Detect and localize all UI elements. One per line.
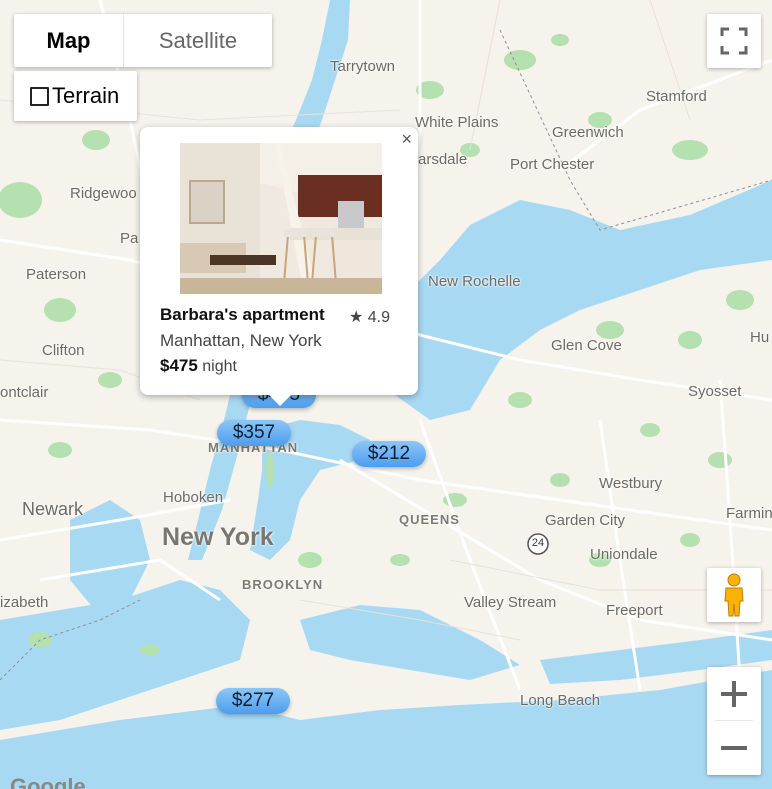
place-label-white-plains: White Plains (415, 114, 499, 131)
listing-rating: ★ 4.9 (349, 307, 390, 327)
place-label-montclair: ontclair (0, 384, 49, 401)
terrain-label: Terrain (52, 83, 120, 108)
star-icon: ★ (348, 309, 364, 326)
google-logo[interactable]: Google (10, 774, 86, 789)
price-unit: night (202, 358, 237, 375)
pegman-icon (724, 573, 744, 617)
price-value: $475 (160, 356, 198, 375)
place-label-elizabeth: izabeth (0, 594, 49, 611)
place-label-queens: QUEENS (399, 512, 460, 527)
place-label-ridgewood: Ridgewoo (70, 185, 137, 202)
place-label-huntington: Hu (750, 329, 770, 346)
map-type-map-button[interactable]: Map (14, 14, 123, 67)
place-label-syosset: Syosset (688, 383, 742, 400)
fullscreen-icon (720, 27, 748, 55)
place-label-port-chester: Port Chester (510, 156, 595, 173)
place-label-greenwich: Greenwich (552, 124, 624, 141)
place-label-freeport: Freeport (606, 602, 663, 619)
highway-24-label: 24 (531, 537, 545, 549)
place-label-stamford: Stamford (646, 88, 707, 105)
place-label-newark: Newark (22, 499, 84, 519)
listing-price: $475 night (160, 356, 237, 376)
place-label-farmingdale: Farmin (726, 505, 772, 522)
place-label-hoboken: Hoboken (163, 489, 224, 506)
place-label-tarrytown: Tarrytown (330, 58, 396, 75)
terrain-checkbox[interactable] (30, 86, 49, 106)
place-label-uniondale: Uniondale (590, 546, 658, 563)
place-label-new-rochelle: New Rochelle (428, 273, 521, 290)
place-label-clifton: Clifton (42, 342, 85, 359)
info-window-tail (268, 394, 292, 406)
price-marker[interactable]: $212 (352, 441, 426, 467)
listing-title: Barbara's apartment (160, 305, 325, 324)
map-type-satellite-button[interactable]: Satellite (124, 14, 272, 67)
place-label-westbury: Westbury (599, 475, 663, 492)
zoom-control (707, 667, 761, 775)
listing-info-window: × Barbara's apartment ★ 4.9 Manhattan, N… (140, 127, 418, 406)
terrain-toggle[interactable]: Terrain (14, 71, 137, 121)
price-marker[interactable]: $357 (217, 420, 291, 446)
place-label-glen-cove: Glen Cove (551, 337, 622, 354)
place-label-paterson: Paterson (26, 266, 87, 283)
street-view-button[interactable] (707, 568, 761, 622)
price-marker[interactable]: $277 (216, 688, 290, 714)
minus-icon (721, 745, 747, 750)
map-canvas[interactable]: Tarrytown Stamford White Plains Greenwic… (0, 0, 772, 789)
fullscreen-button[interactable] (707, 14, 761, 68)
place-label-valley-stream: Valley Stream (464, 594, 557, 611)
rating-value: 4.9 (367, 309, 390, 326)
place-label-new-york: New York (162, 523, 274, 551)
map-type-control: Map Satellite (14, 14, 272, 67)
place-label-long-beach: Long Beach (520, 692, 601, 709)
zoom-in-button[interactable] (707, 667, 761, 720)
plus-icon (721, 680, 747, 707)
listing-photo[interactable] (180, 143, 382, 294)
place-label-scarsdale: arsdale (418, 151, 468, 168)
place-label-paramus: Pa (120, 230, 139, 247)
place-label-garden-city: Garden City (545, 512, 626, 529)
listing-location: Manhattan, New York (160, 331, 322, 350)
zoom-out-button[interactable] (707, 721, 761, 774)
place-label-brooklyn: BROOKLYN (242, 577, 324, 592)
close-icon[interactable]: × (401, 129, 412, 150)
